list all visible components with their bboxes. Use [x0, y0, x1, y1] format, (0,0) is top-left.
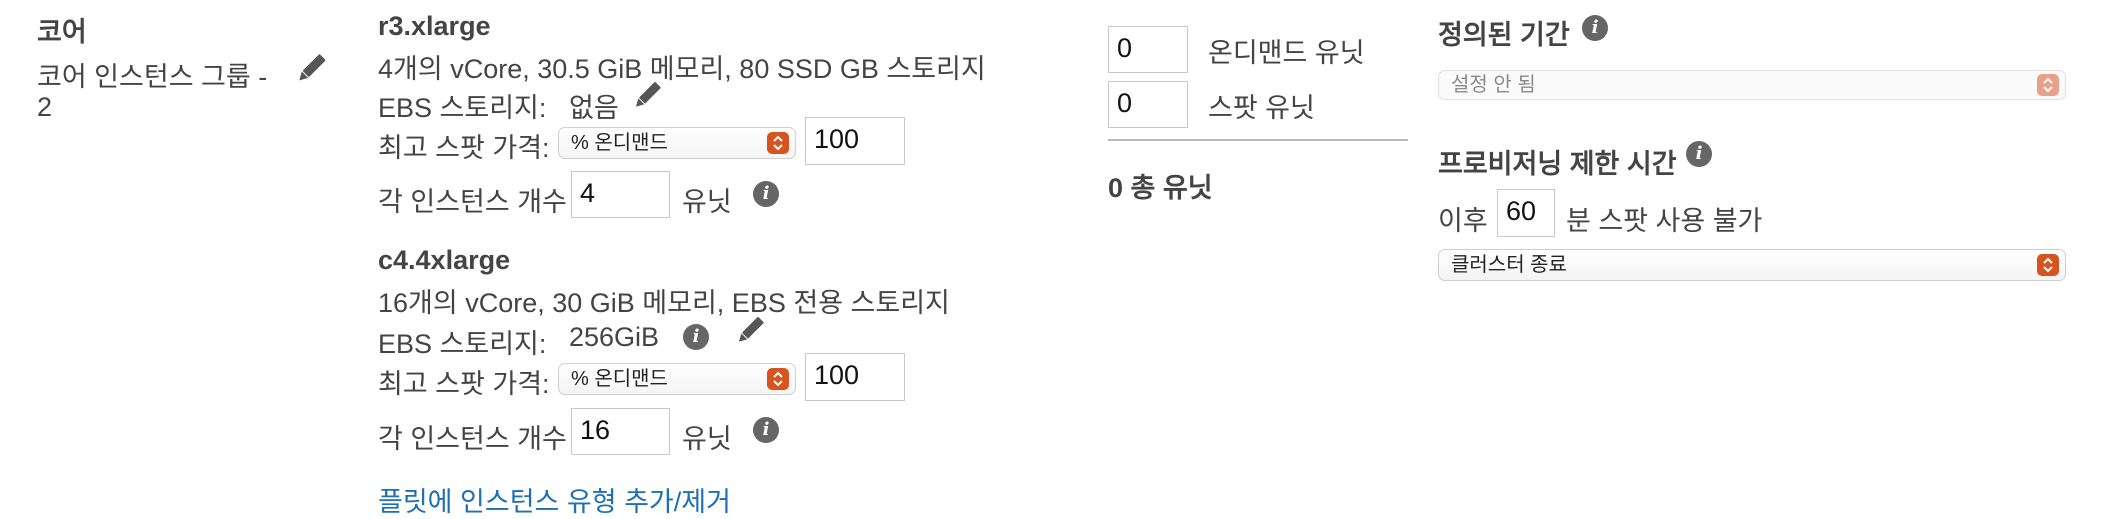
per-instance-count-input[interactable]: 4	[571, 171, 670, 218]
instance-type-c4-4xlarge: c4.4xlarge	[378, 245, 511, 275]
unit-label: 유닛	[682, 187, 732, 217]
chevron-updown-icon	[767, 368, 789, 390]
edit-group-name-pencil-icon[interactable]	[293, 50, 329, 86]
defined-duration-heading: 정의된 기간	[1438, 20, 1570, 50]
defined-duration-select-value: 설정 안 됨	[1451, 74, 1536, 96]
max-spot-price-input[interactable]: 100	[805, 353, 905, 401]
timeout-minutes-input[interactable]: 60	[1497, 189, 1555, 237]
edit-ebs-pencil-icon[interactable]	[630, 78, 664, 112]
ebs-storage-value: 256GiB	[569, 322, 660, 352]
chevron-updown-icon	[2037, 254, 2059, 276]
max-spot-price-label: 최고 스팟 가격:	[378, 133, 550, 163]
info-icon[interactable]: i	[683, 324, 709, 350]
max-spot-price-select-value: % 온디맨드	[571, 368, 668, 390]
unit-label: 유닛	[682, 424, 732, 454]
core-group-label: 코어 인스턴스 그룹 -	[37, 62, 268, 92]
spot-units-label: 스팟 유닛	[1208, 93, 1315, 123]
instance-type-r3-xlarge: r3.xlarge	[378, 11, 491, 41]
per-instance-count-input[interactable]: 16	[571, 408, 670, 455]
max-spot-price-select[interactable]: % 온디맨드	[558, 363, 796, 395]
info-icon[interactable]: i	[753, 417, 779, 443]
after-label: 이후	[1438, 206, 1488, 236]
instance-spec: 16개의 vCore, 30 GiB 메모리, EBS 전용 스토리지	[378, 288, 950, 318]
max-spot-price-select-value: % 온디맨드	[571, 132, 668, 154]
spot-units-input[interactable]: 0	[1108, 81, 1188, 128]
ebs-storage-label: EBS 스토리지:	[378, 93, 547, 123]
core-group-number: 2	[37, 92, 53, 122]
per-instance-count-label: 각 인스턴스 개수	[378, 424, 567, 454]
spot-unavailable-label: 분 스팟 사용 불가	[1566, 206, 1763, 236]
add-remove-instance-types-link[interactable]: 플릿에 인스턴스 유형 추가/제거	[378, 480, 731, 519]
info-icon[interactable]: i	[753, 181, 779, 207]
info-icon[interactable]: i	[1582, 15, 1608, 41]
units-divider	[1108, 139, 1408, 141]
per-instance-count-label: 각 인스턴스 개수	[378, 187, 567, 217]
timeout-action-select[interactable]: 클러스터 종료	[1438, 249, 2066, 281]
timeout-action-select-value: 클러스터 종료	[1451, 254, 1567, 276]
ebs-storage-label: EBS 스토리지:	[378, 329, 547, 359]
info-icon[interactable]: i	[1686, 141, 1712, 167]
defined-duration-select[interactable]: 설정 안 됨	[1438, 70, 2066, 100]
core-heading: 코어	[37, 17, 87, 47]
total-units: 0 총 유닛	[1108, 173, 1213, 203]
provisioning-timeout-heading: 프로비저닝 제한 시간	[1438, 149, 1677, 179]
instance-spec: 4개의 vCore, 30.5 GiB 메모리, 80 SSD GB 스토리지	[378, 54, 986, 84]
max-spot-price-select[interactable]: % 온디맨드	[558, 127, 796, 159]
max-spot-price-input[interactable]: 100	[805, 117, 905, 165]
on-demand-units-label: 온디맨드 유닛	[1208, 38, 1365, 68]
chevron-updown-icon	[2037, 74, 2059, 96]
on-demand-units-input[interactable]: 0	[1108, 26, 1188, 73]
chevron-updown-icon	[767, 132, 789, 154]
edit-ebs-pencil-icon[interactable]	[733, 313, 767, 347]
max-spot-price-label: 최고 스팟 가격:	[378, 369, 550, 399]
ebs-storage-value: 없음	[569, 93, 619, 123]
